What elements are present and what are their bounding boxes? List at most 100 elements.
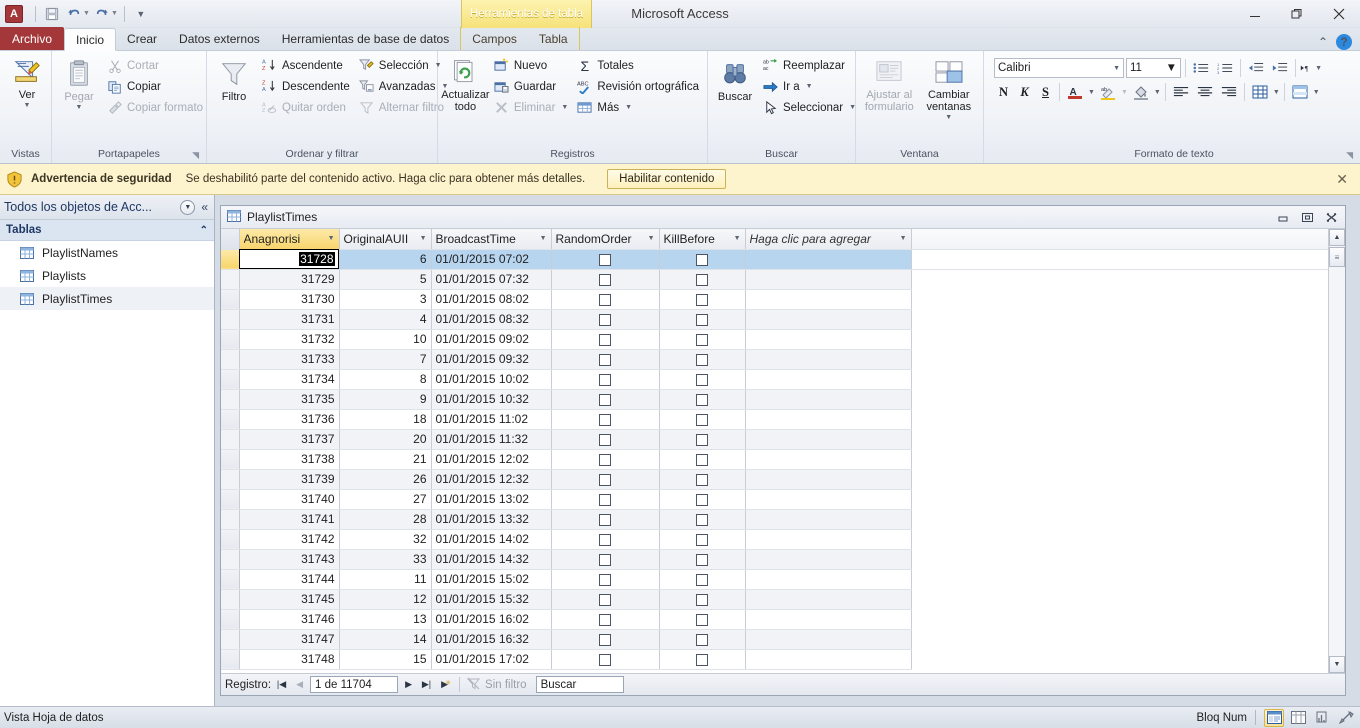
- cell-originalauii[interactable]: 26: [339, 469, 432, 490]
- cell-broadcasttime[interactable]: 01/01/2015 10:32: [431, 389, 552, 410]
- view-button[interactable]: Ver ▼: [4, 54, 50, 114]
- cell-originalauii[interactable]: 15: [339, 649, 432, 670]
- column-header-randomorder[interactable]: RandomOrder ▼: [551, 229, 660, 250]
- cell-killbefore[interactable]: [659, 249, 746, 270]
- checkbox[interactable]: [599, 613, 611, 626]
- first-record-button[interactable]: |◀: [274, 676, 289, 693]
- chevron-down-icon[interactable]: ▼: [325, 235, 335, 242]
- save-icon[interactable]: [42, 4, 62, 24]
- cell-anagnorisi[interactable]: 31747: [239, 629, 340, 650]
- scrollbar-thumb[interactable]: ≡: [1329, 247, 1345, 267]
- cell-broadcasttime[interactable]: 01/01/2015 09:02: [431, 329, 552, 350]
- fill-color-dropdown-arrow[interactable]: ▼: [1154, 89, 1161, 96]
- column-header-anagnorisi[interactable]: Anagnorisi ▼: [239, 229, 340, 250]
- table-row[interactable]: 31730 3 01/01/2015 08:02: [221, 289, 1328, 310]
- next-record-button[interactable]: ▶: [401, 676, 416, 693]
- cell-broadcasttime[interactable]: 01/01/2015 14:02: [431, 529, 552, 550]
- paste-dropdown-arrow[interactable]: ▼: [76, 102, 83, 114]
- table-row[interactable]: 31744 11 01/01/2015 15:02: [221, 569, 1328, 590]
- text-format-dialog-launcher-icon[interactable]: ◥: [1346, 150, 1353, 161]
- nav-item-playlists[interactable]: Playlists: [0, 264, 214, 287]
- row-selector[interactable]: [221, 329, 240, 350]
- cell-originalauii[interactable]: 14: [339, 629, 432, 650]
- delete-dropdown-arrow[interactable]: ▼: [561, 104, 568, 111]
- cell-anagnorisi[interactable]: 31738: [239, 449, 340, 470]
- cell-randomorder[interactable]: [551, 309, 660, 330]
- checkbox[interactable]: [696, 533, 708, 546]
- row-selector[interactable]: [221, 629, 240, 650]
- cell-randomorder[interactable]: [551, 329, 660, 350]
- align-left-button[interactable]: [1170, 82, 1192, 103]
- cell-randomorder[interactable]: [551, 469, 660, 490]
- checkbox[interactable]: [599, 653, 611, 666]
- cell-haga-clic-para-agregar[interactable]: [745, 549, 912, 570]
- row-selector[interactable]: [221, 429, 240, 450]
- cell-broadcasttime[interactable]: 01/01/2015 16:32: [431, 629, 552, 650]
- checkbox[interactable]: [599, 293, 611, 306]
- checkbox[interactable]: [696, 613, 708, 626]
- tab-herramientas-base-datos[interactable]: Herramientas de base de datos: [271, 27, 460, 50]
- font-name-dropdown-arrow[interactable]: ▼: [1113, 65, 1120, 72]
- cell-killbefore[interactable]: [659, 589, 746, 610]
- cell-killbefore[interactable]: [659, 349, 746, 370]
- select-dropdown-arrow[interactable]: ▼: [849, 104, 856, 111]
- cell-originalauii[interactable]: 3: [339, 289, 432, 310]
- row-selector[interactable]: [221, 249, 240, 270]
- cell-randomorder[interactable]: [551, 489, 660, 510]
- table-row[interactable]: 31747 14 01/01/2015 16:32: [221, 629, 1328, 650]
- remove-sort-button[interactable]: AZ Quitar orden: [257, 97, 354, 118]
- table-row[interactable]: 31742 32 01/01/2015 14:02: [221, 529, 1328, 550]
- chevron-up-icon[interactable]: ⌃: [200, 225, 208, 236]
- table-row[interactable]: 31732 10 01/01/2015 09:02: [221, 329, 1328, 350]
- cell-killbefore[interactable]: [659, 649, 746, 670]
- font-name-combo[interactable]: Calibri ▼: [994, 58, 1124, 78]
- replace-button[interactable]: ab ac Reemplazar: [758, 55, 860, 76]
- checkbox[interactable]: [696, 353, 708, 366]
- row-selector[interactable]: [221, 269, 240, 290]
- tab-datos-externos[interactable]: Datos externos: [168, 27, 271, 50]
- row-selector[interactable]: [221, 449, 240, 470]
- cell-broadcasttime[interactable]: 01/01/2015 07:32: [431, 269, 552, 290]
- paste-button[interactable]: Pegar ▼: [56, 54, 102, 116]
- filter-status[interactable]: Sin filtro: [466, 677, 527, 693]
- cell-originalauii[interactable]: 13: [339, 609, 432, 630]
- cell-killbefore[interactable]: [659, 409, 746, 430]
- increase-indent-button[interactable]: [1269, 58, 1291, 79]
- checkbox[interactable]: [599, 353, 611, 366]
- checkbox[interactable]: [599, 473, 611, 486]
- cell-randomorder[interactable]: [551, 649, 660, 670]
- clipboard-dialog-launcher-icon[interactable]: ◥: [192, 150, 199, 161]
- cell-broadcasttime[interactable]: 01/01/2015 11:02: [431, 409, 552, 430]
- cell-anagnorisi[interactable]: 31729: [239, 269, 340, 290]
- checkbox[interactable]: [599, 393, 611, 406]
- row-selector[interactable]: [221, 309, 240, 330]
- table-row[interactable]: 31728 6 01/01/2015 07:02: [221, 249, 1328, 270]
- cell-randomorder[interactable]: [551, 409, 660, 430]
- checkbox[interactable]: [696, 273, 708, 286]
- cell-randomorder[interactable]: [551, 449, 660, 470]
- align-center-button[interactable]: [1194, 82, 1216, 103]
- align-right-button[interactable]: [1218, 82, 1240, 103]
- cell-originalauii[interactable]: 9: [339, 389, 432, 410]
- cell-killbefore[interactable]: [659, 269, 746, 290]
- cell-killbefore[interactable]: [659, 529, 746, 550]
- row-selector[interactable]: [221, 529, 240, 550]
- cell-killbefore[interactable]: [659, 389, 746, 410]
- cell-anagnorisi[interactable]: 31748: [239, 649, 340, 670]
- cell-randomorder[interactable]: [551, 349, 660, 370]
- cell-randomorder[interactable]: [551, 509, 660, 530]
- checkbox[interactable]: [696, 553, 708, 566]
- undo-dropdown-arrow[interactable]: ▼: [83, 10, 90, 17]
- checkbox[interactable]: [599, 373, 611, 386]
- checkbox[interactable]: [696, 313, 708, 326]
- cell-randomorder[interactable]: [551, 629, 660, 650]
- checkbox[interactable]: [696, 493, 708, 506]
- delete-record-button[interactable]: Eliminar ▼: [489, 97, 572, 118]
- cell-originalauii[interactable]: 12: [339, 589, 432, 610]
- nav-item-playlisttimes[interactable]: PlaylistTimes: [0, 287, 214, 310]
- row-selector[interactable]: [221, 569, 240, 590]
- cell-haga-clic-para-agregar[interactable]: [745, 449, 912, 470]
- cell-anagnorisi[interactable]: 31735: [239, 389, 340, 410]
- sort-descending-button[interactable]: ZA Descendente: [257, 76, 354, 97]
- cell-broadcasttime[interactable]: 01/01/2015 08:02: [431, 289, 552, 310]
